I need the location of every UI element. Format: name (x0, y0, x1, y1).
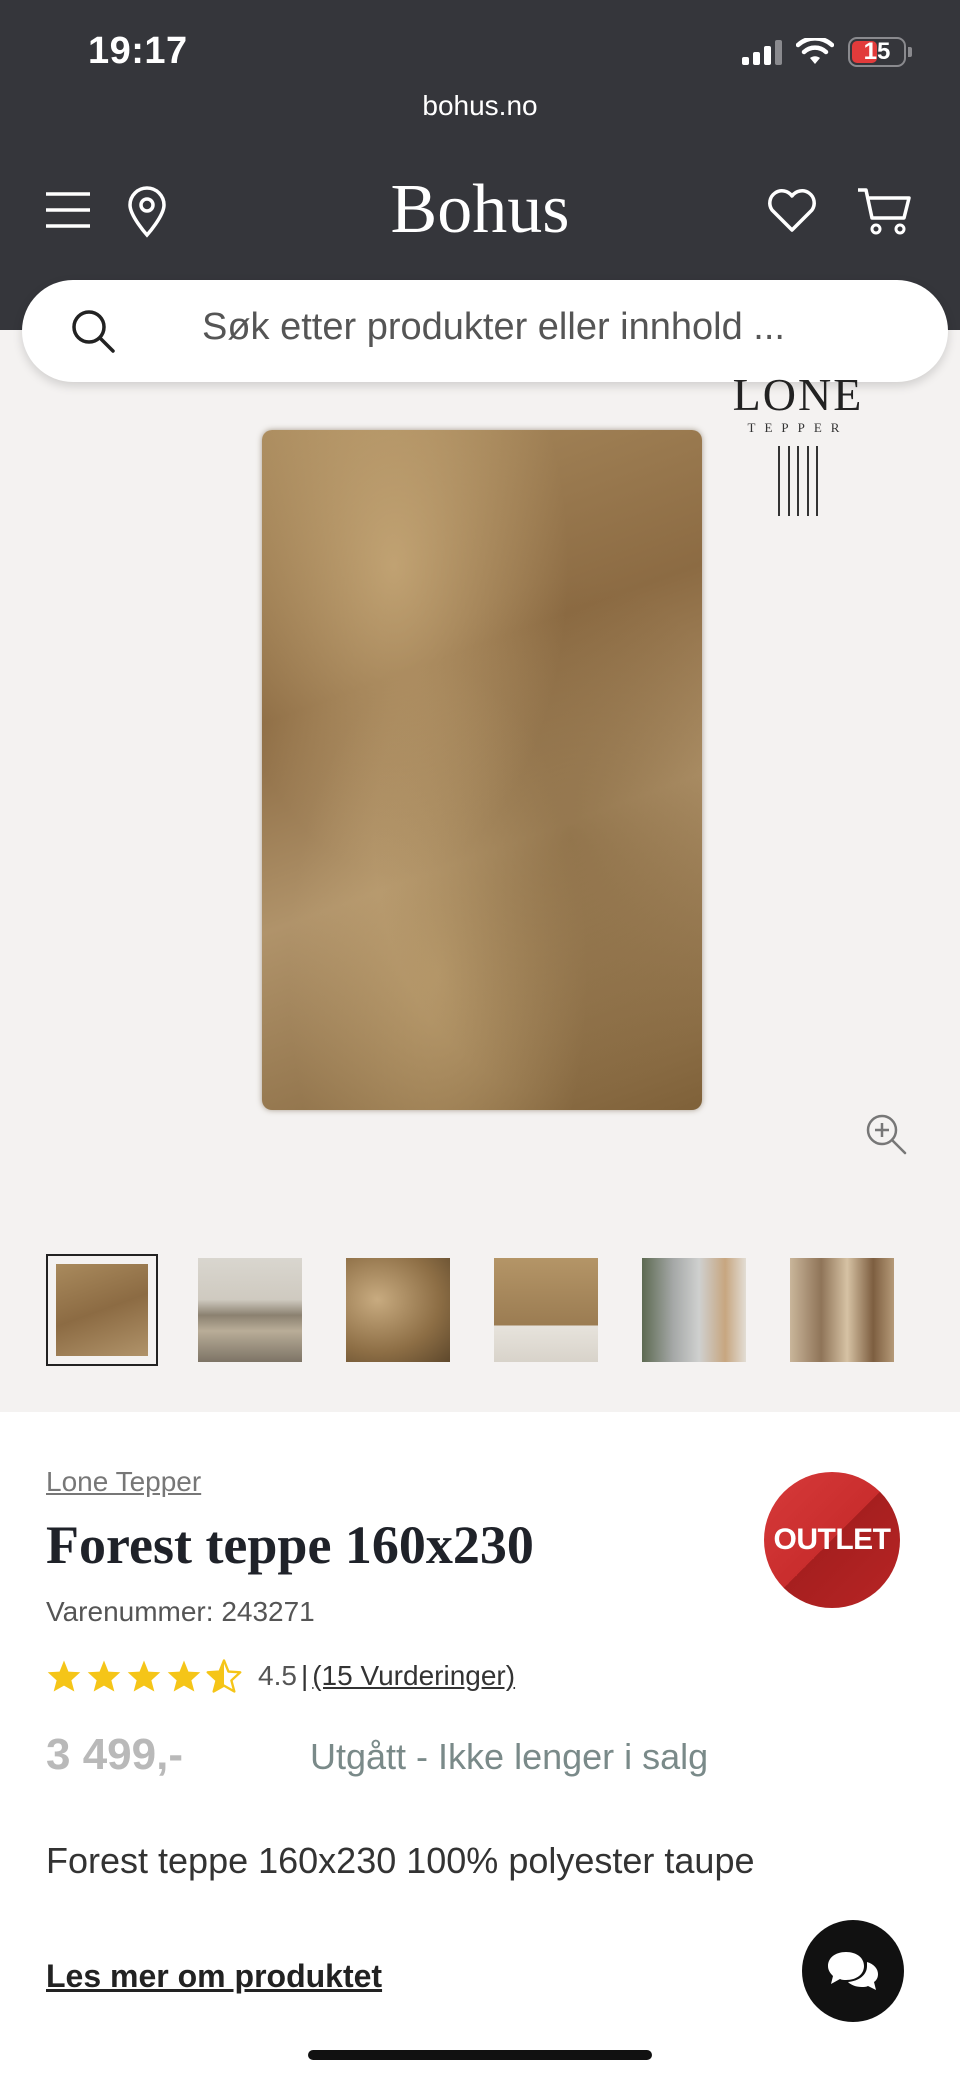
thumbnail-2[interactable] (198, 1258, 302, 1362)
brand-logo: LONE TEPPER (730, 372, 866, 516)
search-bar[interactable] (22, 280, 948, 382)
product-title: Forest teppe 160x230 (46, 1515, 534, 1575)
browser-url[interactable]: bohus.no (0, 90, 960, 122)
read-more-link[interactable]: Les mer om produktet (46, 1958, 382, 1995)
chat-icon (828, 1952, 878, 1990)
thumbnail-3[interactable] (346, 1258, 450, 1362)
battery-icon: 15 (848, 37, 906, 67)
brand-link[interactable]: Lone Tepper (46, 1466, 201, 1498)
star-icon (47, 1660, 81, 1692)
chat-button[interactable] (802, 1920, 904, 2022)
product-sku: Varenummer: 243271 (46, 1596, 315, 1627)
cellular-signal-icon (742, 39, 782, 65)
battery-level: 15 (863, 38, 891, 65)
thumbnail-6[interactable] (790, 1258, 894, 1362)
search-input[interactable] (202, 306, 902, 349)
status-time: 19:17 (88, 30, 188, 72)
reviews-link[interactable]: (15 Vurderinger) (312, 1660, 515, 1692)
thumbnail-1[interactable] (46, 1254, 158, 1366)
product-main-image[interactable] (262, 430, 702, 1110)
thumbnail-strip (46, 1254, 916, 1366)
thumbnail-4[interactable] (494, 1258, 598, 1362)
star-icon (127, 1660, 161, 1692)
wishlist-heart-icon[interactable] (766, 188, 818, 234)
thumbnail-5[interactable] (642, 1258, 746, 1362)
star-icon (167, 1660, 201, 1692)
product-rating: 4.5 | (15 Vurderinger) (46, 1658, 515, 1694)
star-icon (87, 1660, 121, 1692)
brand-logo-sub: TEPPER (747, 420, 849, 435)
wifi-icon (796, 38, 834, 64)
product-description: Forest teppe 160x230 100% polyester taup… (46, 1840, 755, 1881)
cart-icon[interactable] (856, 186, 912, 236)
zoom-in-icon[interactable] (864, 1112, 908, 1161)
brand-logo-main: LONE (732, 369, 864, 420)
status-icons: 15 (742, 34, 912, 70)
outlet-badge: OUTLET (764, 1472, 900, 1608)
rating-value: 4.5 (258, 1660, 297, 1691)
half-star-icon (206, 1659, 242, 1693)
search-icon[interactable] (70, 308, 116, 359)
rating-separator: | (300, 1660, 309, 1691)
product-price: 3 499,- (46, 1730, 183, 1779)
home-indicator[interactable] (308, 2050, 652, 2060)
availability-status: Utgått - Ikke lenger i salg (310, 1736, 709, 1777)
rating-stars (46, 1659, 242, 1693)
